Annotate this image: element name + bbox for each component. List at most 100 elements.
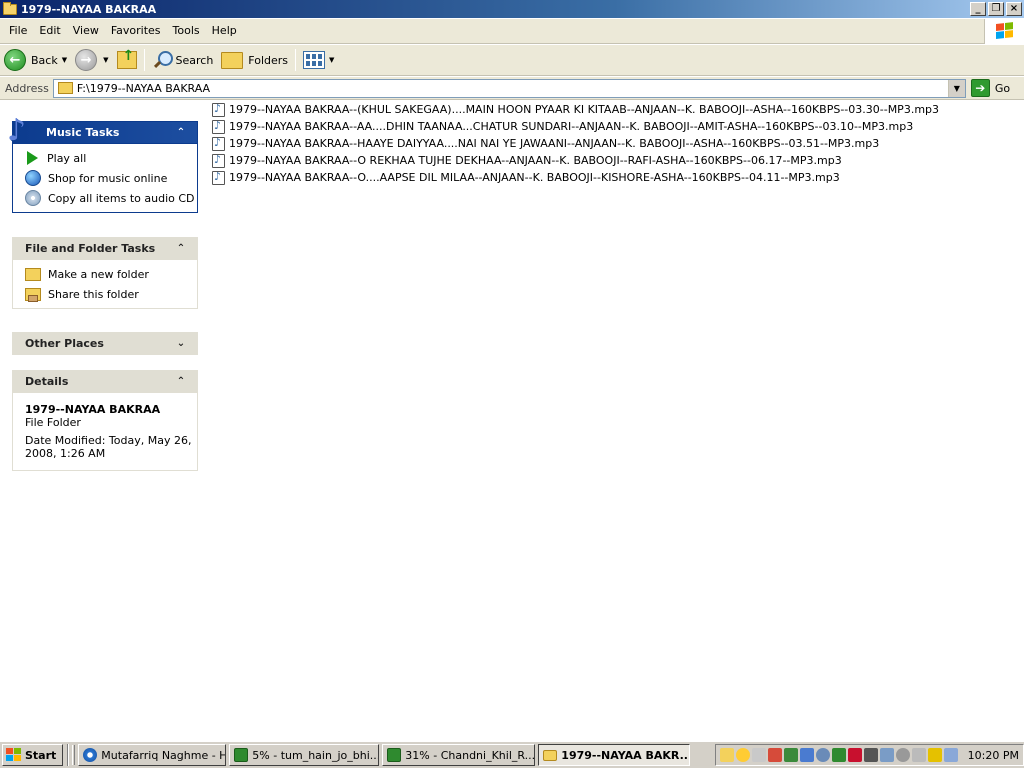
play-all-link[interactable]: Play all xyxy=(25,148,197,168)
menu-favorites[interactable]: Favorites xyxy=(105,21,167,41)
tray-app-icon[interactable] xyxy=(751,748,766,762)
music-tasks-panel: ♪ Music Tasks ⌃ Play all Shop for music … xyxy=(7,114,198,213)
folder-icon xyxy=(57,82,73,94)
forward-dropdown-icon[interactable]: ▼ xyxy=(103,56,108,64)
close-button[interactable]: × xyxy=(1006,2,1022,16)
folder-icon xyxy=(543,749,558,761)
forward-button[interactable]: → ▼ xyxy=(71,46,112,74)
folder-icon xyxy=(3,1,17,15)
taskbar-button-label: 5% - tum_hain_jo_bhi... xyxy=(252,748,380,762)
music-tasks-header[interactable]: ♪ Music Tasks ⌃ xyxy=(7,114,198,148)
tray-app-icon[interactable] xyxy=(719,748,734,762)
menu-file[interactable]: File xyxy=(3,21,33,41)
taskbar-button-download-2[interactable]: 31% - Chandni_Khil_R... xyxy=(382,744,536,766)
taskbar-button-download-1[interactable]: 5% - tum_hain_jo_bhi... xyxy=(229,744,380,766)
tray-app-icon[interactable] xyxy=(767,748,782,762)
tray-app-icon[interactable] xyxy=(815,748,830,762)
other-places-header[interactable]: Other Places ⌄ xyxy=(12,332,198,355)
taskbar-grip[interactable] xyxy=(72,745,76,765)
file-folder-tasks-panel: File and Folder Tasks ⌃ Make a new folde… xyxy=(12,237,198,309)
taskbar-button-browser[interactable]: Mutafarriq Naghme - H... xyxy=(78,744,227,766)
views-dropdown-icon[interactable]: ▼ xyxy=(329,56,334,64)
music-tasks-title: Music Tasks xyxy=(46,126,120,139)
messenger-smiley-icon[interactable] xyxy=(735,748,750,762)
cd-icon xyxy=(25,190,41,206)
expand-chevron-icon[interactable]: ⌄ xyxy=(175,338,187,349)
window-controls: _ ❐ × xyxy=(970,2,1022,16)
menu-edit[interactable]: Edit xyxy=(33,21,66,41)
network-icon[interactable] xyxy=(799,748,814,762)
file-name: 1979--NAYAA BAKRAA--AA....DHIN TAANAA...… xyxy=(229,120,914,133)
file-item[interactable]: 1979--NAYAA BAKRAA--AA....DHIN TAANAA...… xyxy=(210,118,1024,135)
collapse-chevron-icon[interactable]: ⌃ xyxy=(175,243,187,254)
music-tasks-body: Play all Shop for music online Copy all … xyxy=(12,144,198,213)
maximize-button[interactable]: ❐ xyxy=(988,2,1004,16)
file-folder-tasks-title: File and Folder Tasks xyxy=(25,242,156,255)
views-button[interactable]: ▼ xyxy=(299,46,338,74)
share-folder-icon xyxy=(25,287,41,302)
other-places-title: Other Places xyxy=(25,337,104,350)
details-type: File Folder xyxy=(25,416,81,429)
share-folder-link[interactable]: Share this folder xyxy=(25,284,197,304)
file-item[interactable]: 1979--NAYAA BAKRAA--O....AAPSE DIL MILAA… xyxy=(210,169,1024,186)
make-new-folder-link[interactable]: Make a new folder xyxy=(25,264,197,284)
menu-help[interactable]: Help xyxy=(206,21,243,41)
file-item[interactable]: 1979--NAYAA BAKRAA--O REKHAA TUJHE DEKHA… xyxy=(210,152,1024,169)
globe-icon xyxy=(25,170,41,186)
shop-music-label: Shop for music online xyxy=(48,171,168,185)
menu-tools[interactable]: Tools xyxy=(167,21,206,41)
title-bar[interactable]: 1979--NAYAA BAKRAA _ ❐ × xyxy=(0,0,1024,18)
play-icon xyxy=(27,151,38,165)
go-arrow-icon: ➔ xyxy=(970,79,990,97)
toolbar-separator xyxy=(295,49,297,71)
file-name: 1979--NAYAA BAKRAA--O....AAPSE DIL MILAA… xyxy=(229,171,840,184)
details-body: 1979--NAYAA BAKRAA File Folder Date Modi… xyxy=(12,393,198,471)
file-list: 1979--NAYAA BAKRAA--(KHUL SAKEGAA)....MA… xyxy=(210,101,1024,727)
audio-file-icon xyxy=(212,153,225,168)
address-label: Address xyxy=(5,81,49,95)
tray-app-icon[interactable] xyxy=(831,748,846,762)
shop-music-online-link[interactable]: Shop for music online xyxy=(25,168,197,188)
taskbar-button-explorer[interactable]: 1979--NAYAA BAKR... xyxy=(538,744,691,766)
make-new-folder-label: Make a new folder xyxy=(48,267,149,281)
back-arrow-icon: ← xyxy=(4,49,26,71)
file-name: 1979--NAYAA BAKRAA--O REKHAA TUJHE DEKHA… xyxy=(229,154,842,167)
mail-icon[interactable] xyxy=(943,748,958,762)
tray-app-icon[interactable] xyxy=(879,748,894,762)
taskbar-button-label: Mutafarriq Naghme - H... xyxy=(101,748,227,762)
file-item[interactable]: 1979--NAYAA BAKRAA--HAAYE DAIYYAA....NAI… xyxy=(210,135,1024,152)
tray-app-icon[interactable] xyxy=(927,748,942,762)
security-shield-icon[interactable] xyxy=(847,748,862,762)
collapse-chevron-icon[interactable]: ⌃ xyxy=(175,127,187,138)
copy-to-cd-link[interactable]: Copy all items to audio CD xyxy=(25,188,197,208)
clock[interactable]: 10:20 PM xyxy=(968,749,1019,762)
taskbar-button-label: 31% - Chandni_Khil_R... xyxy=(405,748,536,762)
go-button[interactable]: ➔ Go xyxy=(970,79,1010,97)
address-input[interactable]: F:\1979--NAYAA BAKRAA ▼ xyxy=(52,78,966,98)
windows-flag-icon xyxy=(996,22,1014,40)
minimize-button[interactable]: _ xyxy=(970,2,986,16)
search-button[interactable]: Search xyxy=(148,46,218,74)
start-button[interactable]: Start xyxy=(2,744,64,766)
back-button[interactable]: ← Back ▼ xyxy=(0,46,71,74)
file-folder-tasks-header[interactable]: File and Folder Tasks ⌃ xyxy=(12,237,198,260)
address-dropdown-icon[interactable]: ▼ xyxy=(947,79,965,97)
collapse-chevron-icon[interactable]: ⌃ xyxy=(175,376,187,387)
tray-app-icon[interactable] xyxy=(863,748,878,762)
tray-app-icon[interactable] xyxy=(783,748,798,762)
back-dropdown-icon[interactable]: ▼ xyxy=(62,56,67,64)
file-item[interactable]: 1979--NAYAA BAKRAA--(KHUL SAKEGAA)....MA… xyxy=(210,101,1024,118)
up-button[interactable] xyxy=(113,46,141,74)
folders-button[interactable]: Folders xyxy=(217,46,292,74)
tray-app-icon[interactable] xyxy=(911,748,926,762)
menu-view[interactable]: View xyxy=(67,21,105,41)
tray-app-icon[interactable] xyxy=(895,748,910,762)
windows-logo xyxy=(984,19,1024,44)
window-title: 1979--NAYAA BAKRAA xyxy=(21,2,157,16)
download-app-icon xyxy=(234,748,249,762)
address-value[interactable]: F:\1979--NAYAA BAKRAA xyxy=(77,82,948,95)
file-name: 1979--NAYAA BAKRAA--HAAYE DAIYYAA....NAI… xyxy=(229,137,880,150)
audio-file-icon xyxy=(212,170,225,185)
taskbar-button-label: 1979--NAYAA BAKR... xyxy=(561,748,691,762)
details-header[interactable]: Details ⌃ xyxy=(12,370,198,393)
